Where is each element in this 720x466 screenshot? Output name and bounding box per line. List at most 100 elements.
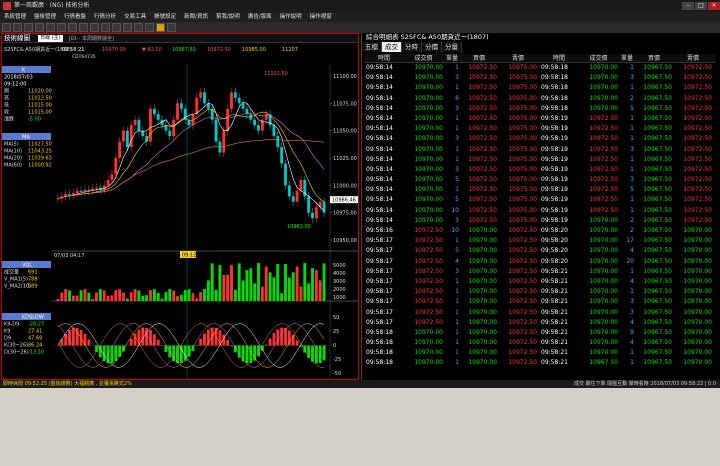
table-row[interactable]: 09:58:18 10970.00 1 10970.00 10972.50 09:58:2… <box>364 328 716 338</box>
cell: 10975.00 <box>508 135 537 143</box>
menu-item-10[interactable]: 操作視窗 <box>306 12 336 22</box>
cell: 09:58:21 <box>541 308 568 316</box>
table-row[interactable]: 09:58:14 10970.00 1 10972.50 10975.00 09:58:1… <box>364 63 716 73</box>
bar-icon[interactable] <box>79 23 88 32</box>
grid-icon[interactable] <box>101 23 110 32</box>
menu-item-4[interactable]: 交易工具 <box>120 12 150 22</box>
table-row[interactable]: 09:58:17 10972.50 1 10970.00 10972.50 09:58:2… <box>364 287 716 297</box>
table-row[interactable]: 09:58:18 10970.00 1 10970.00 10972.50 09:58:2… <box>364 358 716 368</box>
table-row[interactable]: 09:58:14 10970.00 10 10972.50 10975.00 09:58:… <box>364 206 716 216</box>
column-header[interactable]: 成交價 <box>404 54 445 62</box>
menu-item-5[interactable]: 帳號設定 <box>150 12 180 22</box>
table-row[interactable]: 09:58:17 10972.50 3 10970.00 10972.50 09:58:2… <box>364 267 716 277</box>
cell: 1 <box>455 328 459 336</box>
column-header[interactable]: 單量 <box>620 54 636 62</box>
cell: 1 <box>455 155 459 163</box>
chart-icon[interactable] <box>68 23 77 32</box>
table-row[interactable]: 09:58:17 10972.50 1 10970.00 10972.50 09:58:2… <box>364 308 716 318</box>
vol-axis-tick: 3000 <box>333 279 346 285</box>
menu-item-9[interactable]: 操作說明 <box>276 12 306 22</box>
line-icon[interactable] <box>90 23 99 32</box>
table-row[interactable]: 09:58:14 10970.00 1 10972.50 10975.00 09:58:1… <box>364 155 716 165</box>
menu-item-8[interactable]: 廣告/版面 <box>244 12 276 22</box>
zoom-icon[interactable] <box>112 23 121 32</box>
table-row[interactable]: 09:58:17 10972.50 4 10970.00 10972.50 09:58:2… <box>364 257 716 267</box>
status-right: 成交 聚往下單 開盤互動 聚時看時 2018/07/03 09:58:22 | … <box>573 381 716 387</box>
tab-1[interactable]: 成交 <box>382 42 402 52</box>
cell: 10972.50 <box>468 206 497 214</box>
column-header[interactable]: 賣價 <box>674 54 714 62</box>
table-row[interactable]: 09:58:18 10970.00 1 10970.00 10972.50 09:58:2… <box>364 348 716 358</box>
volume-bar <box>87 292 91 301</box>
table-row[interactable]: 09:58:17 10972.50 1 10970.00 10972.50 09:58:2… <box>364 277 716 287</box>
column-header[interactable]: 時間 <box>364 54 404 62</box>
cell: 10970.00 <box>683 298 712 306</box>
menu-item-3[interactable]: 行情分析 <box>90 12 120 22</box>
paste-icon[interactable] <box>57 23 66 32</box>
chart-svg[interactable]: S2SFC& A50期貨近一(1807)09:58:21 10970.00 ▼ 82… <box>2 43 358 379</box>
lock-icon[interactable] <box>145 23 154 32</box>
menu-item-7[interactable]: 幫我/說明 <box>212 12 244 22</box>
table-row[interactable]: 09:58:14 10970.00 5 10972.50 10975.00 09:58:1… <box>364 175 716 185</box>
table-row[interactable]: 09:58:14 10970.00 3 10972.50 10975.00 09:58:1… <box>364 134 716 144</box>
minimize-button[interactable]: – <box>682 2 694 10</box>
cell: 10975.00 <box>508 155 537 163</box>
side-header: KDSLOW <box>22 315 44 321</box>
volume-bar <box>195 298 199 301</box>
table-row[interactable]: 09:58:14 10970.00 5 10972.50 10975.00 09:58:1… <box>364 195 716 205</box>
table-row[interactable]: 09:58:14 10970.00 3 10972.50 10975.00 09:58:1… <box>364 165 716 175</box>
column-header[interactable]: 成交價 <box>579 54 620 62</box>
column-header[interactable]: 賣價 <box>499 54 539 62</box>
table-row[interactable]: 09:58:14 10970.00 1 10972.50 10975.00 09:58:1… <box>364 124 716 134</box>
table-row[interactable]: 09:58:16 10972.50 10 10970.00 10972.50 09:58:… <box>364 226 716 236</box>
cell: 09:58:20 <box>541 247 568 255</box>
table-row[interactable]: 09:58:14 10970.00 1 10972.50 10975.00 09:58:1… <box>364 185 716 195</box>
open-icon[interactable] <box>2 23 11 32</box>
table-row[interactable]: 09:58:14 10970.00 3 10972.50 10975.00 09:58:1… <box>364 73 716 83</box>
alert-icon[interactable] <box>134 23 143 32</box>
table-row[interactable]: 09:58:14 10970.00 3 10972.50 10975.00 09:58:1… <box>364 216 716 226</box>
copy-icon[interactable] <box>46 23 55 32</box>
cell: 10972.50 <box>683 145 712 153</box>
settings-icon[interactable] <box>156 23 165 32</box>
table-row[interactable]: 09:58:14 10970.00 6 10972.50 10975.00 09:58:1… <box>364 94 716 104</box>
table-row[interactable]: 09:58:14 10970.00 1 10972.50 10975.00 09:58:1… <box>364 145 716 155</box>
save-icon[interactable] <box>13 23 22 32</box>
column-header[interactable]: 買價 <box>461 54 499 62</box>
menu-item-1[interactable]: 盤後管理 <box>30 12 60 22</box>
tab-2[interactable]: 分時 <box>402 42 422 52</box>
candle-body <box>299 179 303 191</box>
period-select[interactable]: 日線 (主) <box>38 34 63 42</box>
column-header[interactable]: 時間 <box>539 54 579 62</box>
volume-bar <box>125 298 129 301</box>
table-row[interactable]: 09:58:17 10972.50 1 10970.00 10972.50 09:58:2… <box>364 297 716 307</box>
table-row[interactable]: 09:58:18 10970.00 1 10970.00 10972.50 09:58:2… <box>364 338 716 348</box>
table-row[interactable]: 09:58:17 10972.50 1 10970.00 10972.50 09:58:2… <box>364 236 716 246</box>
refresh-icon[interactable] <box>123 23 132 32</box>
help-icon[interactable] <box>167 23 176 32</box>
table-row[interactable]: 09:58:14 10970.00 3 10972.50 10975.00 09:58:1… <box>364 104 716 114</box>
tab-3[interactable]: 分價 <box>422 42 442 52</box>
column-header[interactable]: 買價 <box>636 54 674 62</box>
menu-item-6[interactable]: 新聞/資訊 <box>180 12 212 22</box>
table-row[interactable]: 09:58:14 10970.00 1 10972.50 10975.00 09:58:1… <box>364 83 716 93</box>
close-button[interactable]: × <box>708 2 720 10</box>
cell: 10970.00 <box>414 74 443 82</box>
print-icon[interactable] <box>24 23 33 32</box>
cell: 1 <box>630 288 634 296</box>
cell: 10972.50 <box>414 267 443 275</box>
tab-0[interactable]: 五檔 <box>362 42 382 52</box>
tab-4[interactable]: 分量 <box>442 42 462 52</box>
maximize-button[interactable]: □ <box>695 2 707 10</box>
cell: 10972.50 <box>414 318 443 326</box>
menu-item-0[interactable]: 系統管理 <box>0 12 30 22</box>
kd-axis-tick: 0 <box>333 343 336 349</box>
cell: 3 <box>630 308 634 316</box>
column-header[interactable]: 單量 <box>445 54 461 62</box>
cut-icon[interactable] <box>35 23 44 32</box>
table-row[interactable]: 09:58:17 10972.50 5 10970.00 10972.50 09:58:2… <box>364 246 716 256</box>
table-row[interactable]: 09:58:17 10972.50 1 10970.00 10972.50 09:58:2… <box>364 318 716 328</box>
candle-body <box>307 196 311 213</box>
menu-item-2[interactable]: 行情看盤 <box>60 12 90 22</box>
table-row[interactable]: 09:58:14 10970.00 1 10972.50 10975.00 09:58:1… <box>364 114 716 124</box>
